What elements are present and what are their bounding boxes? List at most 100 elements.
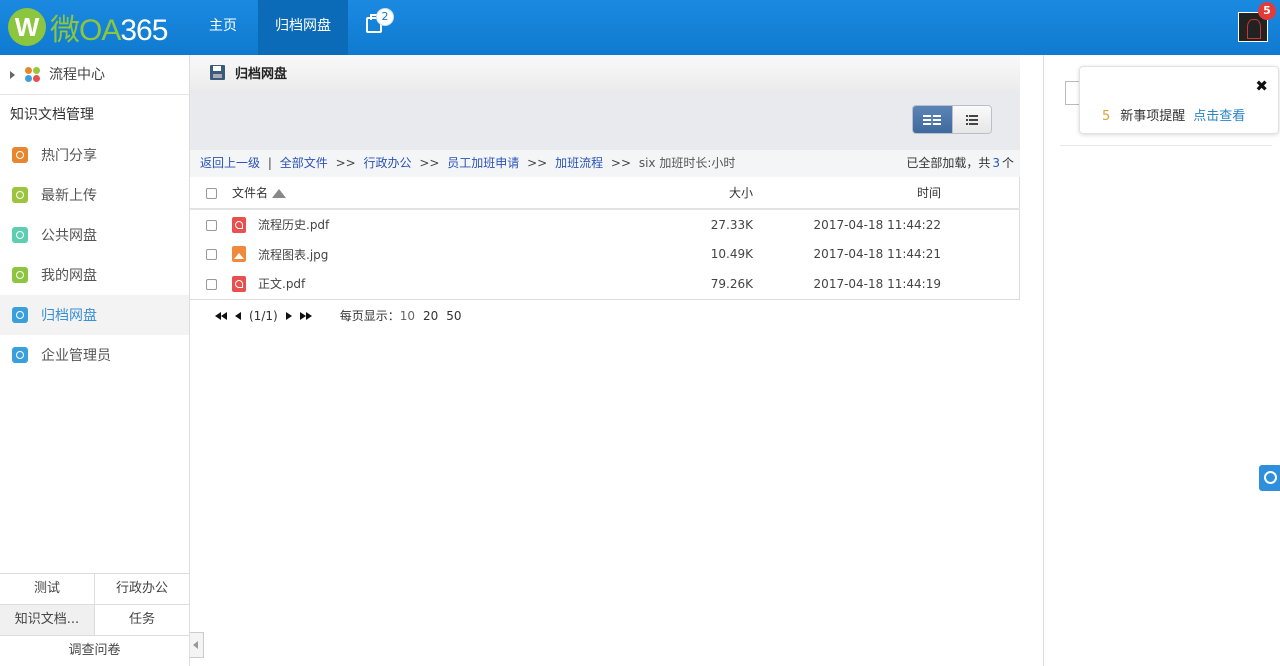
- breadcrumb-separator: >>: [419, 156, 440, 170]
- image-file-icon: [232, 246, 246, 262]
- avatar-notification-badge: 5: [1258, 2, 1276, 20]
- sidebar-item-label: 最新上传: [41, 188, 97, 204]
- row-checkbox[interactable]: [205, 278, 217, 290]
- message-count-badge: 2: [376, 8, 394, 26]
- breadcrumb-separator: >>: [335, 156, 356, 170]
- column-time[interactable]: 时间: [753, 177, 941, 210]
- sidebar-item-label: 归档网盘: [41, 308, 97, 324]
- breadcrumb-divider: |: [267, 156, 272, 170]
- sort-asc-icon: [272, 189, 287, 198]
- grid-view-button[interactable]: [913, 106, 952, 133]
- logo-text-prefix: 微OA: [50, 14, 121, 47]
- breadcrumb-separator: >>: [610, 156, 632, 170]
- notification-text: 新事项提醒: [1120, 109, 1186, 124]
- admin-icon: [12, 347, 28, 363]
- file-time: 2017-04-18 11:44:22: [813, 217, 941, 232]
- last-page-button[interactable]: [299, 311, 312, 320]
- page-size-50[interactable]: 50: [446, 309, 461, 323]
- right-panel: [1043, 55, 1280, 666]
- module-admin-office[interactable]: 行政办公: [94, 574, 189, 604]
- breadcrumb-overtime-request[interactable]: 员工加班申请: [447, 156, 519, 170]
- logo-text-suffix: 365: [120, 14, 168, 47]
- sidebar-item-label: 我的网盘: [41, 268, 97, 284]
- column-size[interactable]: 大小: [627, 177, 753, 210]
- module-knowledge-docs[interactable]: 知识文档...: [0, 605, 94, 635]
- flow-center-icon: [25, 66, 41, 83]
- sidebar: 流程中心 知识文档管理 热门分享 最新上传 公共网盘 我的网盘 归档网盘 企业管…: [0, 55, 190, 666]
- file-size: 10.49K: [710, 247, 753, 261]
- first-page-button[interactable]: [215, 311, 227, 320]
- back-link[interactable]: 返回上一级: [200, 156, 260, 170]
- module-test[interactable]: 测试: [0, 574, 94, 604]
- section-title: 知识文档管理: [10, 107, 94, 123]
- pdf-file-icon: [232, 216, 246, 233]
- page-title: 归档网盘: [235, 67, 288, 82]
- logo-mark: W: [8, 8, 46, 46]
- sidebar-item-label: 热门分享: [41, 148, 97, 164]
- flow-center-label: 流程中心: [49, 66, 105, 83]
- table-row[interactable]: 流程图表.jpg 10.49K 2017-04-18 11:44:21: [190, 239, 1020, 269]
- hot-share-icon: [12, 147, 28, 163]
- link-icon[interactable]: [1259, 465, 1280, 491]
- row-checkbox[interactable]: [205, 219, 217, 231]
- sidebar-flow-center[interactable]: 流程中心: [0, 55, 189, 95]
- messages-button[interactable]: 2: [362, 0, 394, 55]
- top-bar: W 微OA365 主页 归档网盘 2 5: [0, 0, 1280, 55]
- page-size-10[interactable]: 10: [400, 309, 415, 323]
- next-page-button[interactable]: [285, 311, 292, 320]
- file-size: 79.26K: [627, 269, 753, 300]
- file-name[interactable]: 流程图表.jpg: [258, 246, 328, 263]
- next-page-icon: [285, 311, 292, 320]
- list-view-icon: [965, 114, 978, 125]
- toolbar: [190, 90, 1020, 150]
- breadcrumb: 返回上一级 | 全部文件 >> 行政办公 >> 员工加班申请 >> 加班流程 >…: [190, 150, 1020, 177]
- load-status: 已全部加载，共 3 个: [906, 156, 1014, 170]
- logo[interactable]: W 微OA365: [8, 8, 168, 47]
- column-name[interactable]: 文件名: [232, 177, 627, 210]
- row-checkbox[interactable]: [205, 249, 217, 260]
- divider: [1060, 145, 1272, 146]
- table-header-row: 文件名 大小 时间: [190, 177, 1020, 210]
- module-tasks[interactable]: 任务: [94, 605, 189, 635]
- nav-home[interactable]: 主页: [190, 0, 256, 55]
- select-all-checkbox[interactable]: [205, 187, 217, 199]
- file-time: 2017-04-18 11:44:21: [813, 247, 941, 261]
- sidebar-item-latest-upload[interactable]: 最新上传: [0, 175, 189, 215]
- file-name[interactable]: 正文.pdf: [258, 275, 305, 292]
- sidebar-item-label: 企业管理员: [41, 348, 111, 364]
- save-disk-icon: [210, 65, 225, 80]
- sidebar-item-hot-share[interactable]: 热门分享: [0, 135, 189, 175]
- nav-archive-disk[interactable]: 归档网盘: [258, 0, 348, 55]
- file-name[interactable]: 流程历史.pdf: [258, 216, 329, 233]
- sidebar-collapse-button[interactable]: [190, 632, 204, 658]
- prev-page-button[interactable]: [235, 311, 241, 320]
- file-table: 文件名 大小 时间 流程历史.pdf 27.33K 2017-04-18 11:…: [190, 177, 1020, 300]
- upload-icon: [12, 187, 28, 203]
- file-count: 3: [992, 156, 1000, 170]
- table-row[interactable]: 正文.pdf 79.26K 2017-04-18 11:44:19: [190, 269, 1020, 300]
- close-icon[interactable]: ✖: [1255, 77, 1268, 95]
- table-row[interactable]: 流程历史.pdf 27.33K 2017-04-18 11:44:22: [190, 209, 1020, 239]
- expand-arrow-icon: [10, 70, 15, 79]
- breadcrumb-admin-office[interactable]: 行政办公: [364, 156, 412, 170]
- pdf-file-icon: [232, 275, 246, 292]
- my-disk-icon: [12, 267, 28, 283]
- module-survey[interactable]: 调查问卷: [0, 636, 189, 666]
- sidebar-item-enterprise-admin[interactable]: 企业管理员: [0, 335, 189, 375]
- breadcrumb-all-files[interactable]: 全部文件: [280, 156, 328, 170]
- list-view-button[interactable]: [951, 106, 991, 133]
- breadcrumb-current: six 加班时长:小时: [638, 156, 736, 170]
- breadcrumb-overtime-flow[interactable]: 加班流程: [555, 156, 603, 170]
- file-size: 27.33K: [710, 217, 753, 232]
- view-toggle: [912, 105, 992, 134]
- sidebar-item-my-disk[interactable]: 我的网盘: [0, 255, 189, 295]
- sidebar-item-archive-disk[interactable]: 归档网盘: [0, 295, 189, 335]
- main-content: 归档网盘 返回上一级 | 全部文件 >> 行政办公 >> 员工加班申请 >> 加…: [190, 55, 1020, 332]
- notification-count: 5: [1102, 109, 1111, 124]
- breadcrumb-separator: >>: [527, 156, 548, 170]
- page-size-label: 每页显示：: [339, 309, 400, 323]
- page-size-20[interactable]: 20: [423, 309, 438, 323]
- sidebar-item-public-disk[interactable]: 公共网盘: [0, 215, 189, 255]
- view-notifications-link[interactable]: 点击查看: [1193, 109, 1245, 124]
- prev-page-icon: [235, 311, 241, 320]
